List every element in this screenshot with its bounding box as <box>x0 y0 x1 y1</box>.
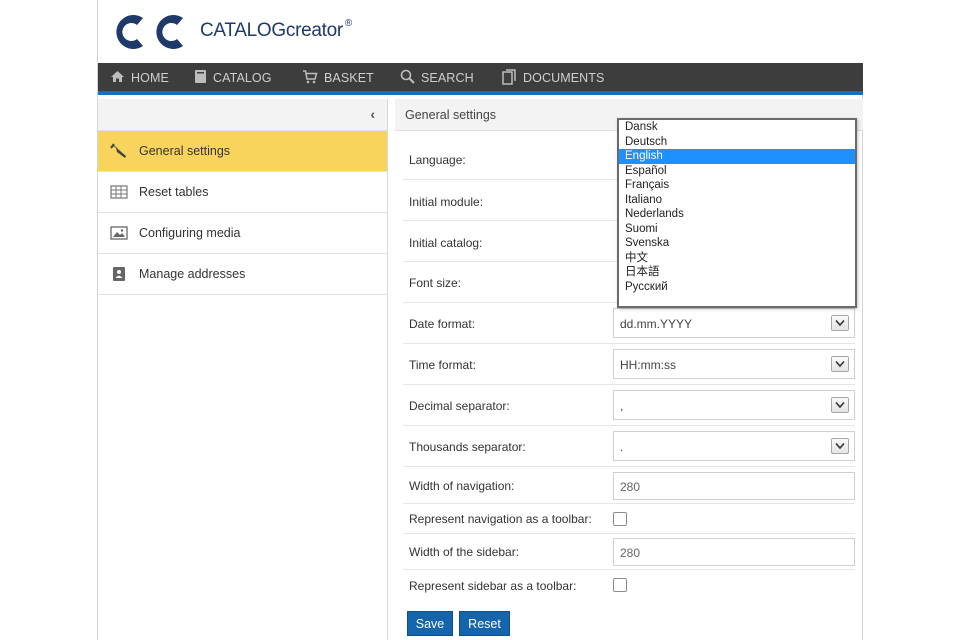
language-option[interactable]: Italiano <box>619 193 855 208</box>
thousands-separator-label: Thousands separator: <box>409 440 526 454</box>
sidebar-width-input[interactable]: 280 <box>613 538 855 566</box>
sidebar-item-label: Configuring media <box>139 226 241 240</box>
nav-catalog[interactable]: CATALOG <box>194 63 272 91</box>
nav-width-input[interactable]: 280 <box>613 472 855 500</box>
nav-home[interactable]: HOME <box>110 63 169 91</box>
chevron-down-icon[interactable] <box>831 438 849 454</box>
language-option[interactable]: Svenska <box>619 236 855 251</box>
font-size-label: Font size: <box>409 276 462 290</box>
time-format-select[interactable]: HH:mm:ss <box>613 349 855 379</box>
wrench-icon <box>110 143 126 158</box>
row-nav-toolbar: Represent navigation as a toolbar: <box>403 504 855 534</box>
nav-basket[interactable]: BASKET <box>302 63 374 91</box>
nav-width-label: Width of navigation: <box>409 479 515 493</box>
row-sidebar-width: Width of the sidebar: 280 <box>403 534 855 570</box>
sidebar-item-label: Manage addresses <box>139 267 246 281</box>
date-format-value: dd.mm.YYYY <box>620 317 693 331</box>
language-option[interactable]: Français <box>619 178 855 193</box>
chevron-down-icon[interactable] <box>831 356 849 372</box>
nav-toolbar-label: Represent navigation as a toolbar: <box>409 512 592 526</box>
language-option[interactable]: Nederlands <box>619 207 855 222</box>
sidebar-item-label: General settings <box>139 144 231 158</box>
decimal-separator-value: , <box>620 399 624 413</box>
save-button[interactable]: Save <box>407 611 453 636</box>
documents-icon <box>502 68 516 85</box>
language-option[interactable]: Suomi <box>619 222 855 237</box>
sidebar: ‹ General settings Reset tables Configur… <box>98 99 388 640</box>
logo-text: CATALOGcreator ® <box>200 18 352 41</box>
sidebar-toolbar-label: Represent sidebar as a toolbar: <box>409 579 577 593</box>
sidebar-item-manage-addresses[interactable]: Manage addresses <box>98 254 387 295</box>
catalogcreator-logo-icon <box>116 15 183 50</box>
sidebar-collapse-bar: ‹ <box>98 99 387 131</box>
thousands-separator-select[interactable]: . <box>613 431 855 461</box>
home-icon <box>111 71 124 83</box>
row-sidebar-toolbar: Represent sidebar as a toolbar: <box>403 570 855 602</box>
sidebar-item-general-settings[interactable]: General settings <box>98 131 387 172</box>
initial-module-label: Initial module: <box>409 195 484 209</box>
language-option-selected[interactable]: English <box>619 149 855 164</box>
app-frame: CATALOGcreator ® HOME CATALOG BASKET SEAR… <box>97 0 863 640</box>
language-option[interactable]: 中文 <box>619 251 855 266</box>
decimal-separator-select[interactable]: , <box>613 390 855 420</box>
image-icon <box>110 226 128 240</box>
language-option[interactable]: 日本語 <box>619 265 855 280</box>
date-format-select[interactable]: dd.mm.YYYY <box>613 308 855 338</box>
sidebar-item-label: Reset tables <box>139 185 209 199</box>
chevron-down-icon[interactable] <box>831 397 849 413</box>
sidebar-item-reset-tables[interactable]: Reset tables <box>98 172 387 213</box>
row-decimal-separator: Decimal separator: , <box>403 385 855 426</box>
initial-catalog-label: Initial catalog: <box>409 236 483 250</box>
address-book-icon <box>113 267 125 281</box>
row-nav-width: Width of navigation: 280 <box>403 467 855 504</box>
nav-search[interactable]: SEARCH <box>400 63 474 91</box>
panel-title: General settings <box>405 108 497 122</box>
decimal-separator-label: Decimal separator: <box>409 399 510 413</box>
time-format-value: HH:mm:ss <box>620 358 676 372</box>
language-option[interactable]: Español <box>619 164 855 179</box>
reset-button[interactable]: Reset <box>459 611 510 636</box>
language-option[interactable]: Dansk <box>619 120 855 135</box>
nav-documents[interactable]: DOCUMENTS <box>502 63 604 91</box>
sidebar-toolbar-checkbox[interactable] <box>613 578 627 592</box>
time-format-label: Time format: <box>409 358 476 372</box>
row-thousands-separator: Thousands separator: . <box>403 426 855 467</box>
language-option[interactable]: Deutsch <box>619 135 855 150</box>
sidebar-width-label: Width of the sidebar: <box>409 545 520 559</box>
row-time-format: Time format: HH:mm:ss <box>403 344 855 385</box>
collapse-sidebar-button[interactable]: ‹ <box>370 106 375 122</box>
language-dropdown-list[interactable]: Dansk Deutsch English Español Français I… <box>617 118 857 308</box>
row-date-format: Date format: dd.mm.YYYY <box>403 303 855 344</box>
language-label: Language: <box>409 153 466 167</box>
cart-icon <box>303 69 318 84</box>
language-option[interactable]: Русский <box>619 280 855 295</box>
main-navbar: HOME CATALOG BASKET SEARCH DOCUMENTS <box>98 63 863 95</box>
header: CATALOGcreator ® <box>98 0 863 63</box>
table-icon <box>110 185 128 199</box>
sidebar-item-configuring-media[interactable]: Configuring media <box>98 213 387 254</box>
nav-toolbar-checkbox[interactable] <box>613 512 627 526</box>
chevron-down-icon[interactable] <box>831 315 849 331</box>
search-icon <box>400 69 415 84</box>
book-icon <box>195 70 206 84</box>
thousands-separator-value: . <box>620 440 624 454</box>
date-format-label: Date format: <box>409 317 476 331</box>
